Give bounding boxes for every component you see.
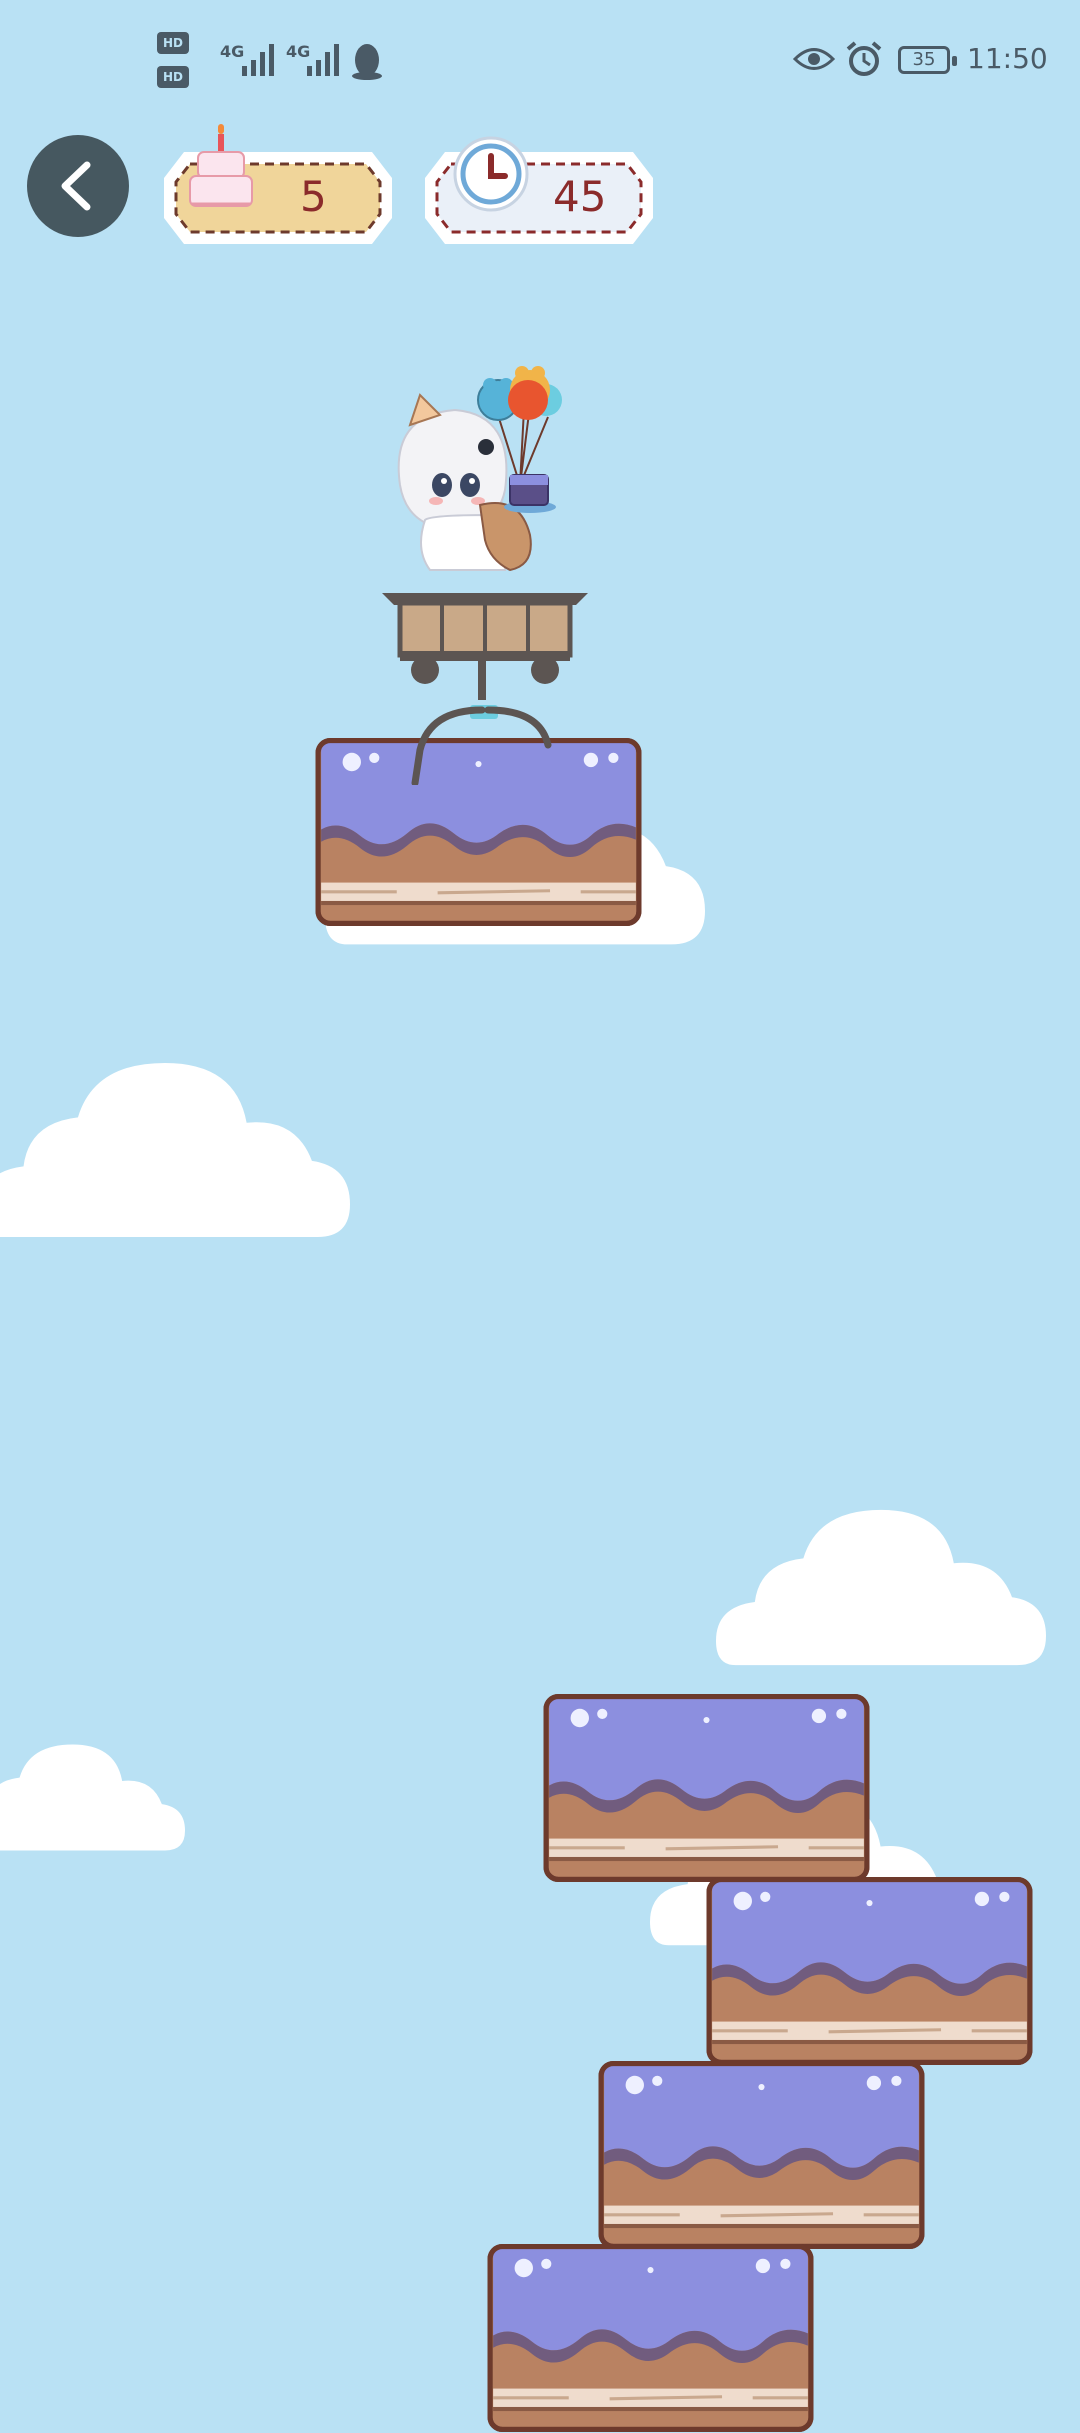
alarm-icon bbox=[846, 41, 882, 76]
signal-icon bbox=[242, 44, 274, 76]
back-button[interactable] bbox=[27, 135, 129, 237]
cake-platform bbox=[598, 2060, 925, 2250]
cake-platform bbox=[706, 1876, 1033, 2066]
cake-counter: 5 bbox=[162, 124, 394, 246]
sim1-badge: HD 1 bbox=[157, 32, 189, 72]
cake-platform bbox=[487, 2243, 814, 2433]
player-character[interactable] bbox=[370, 355, 600, 785]
cloud bbox=[0, 1062, 350, 1238]
clock-icon bbox=[453, 136, 529, 212]
chevron-left-icon bbox=[61, 161, 91, 211]
qq-penguin-icon bbox=[352, 44, 382, 80]
birthday-cake-icon bbox=[189, 124, 253, 207]
cloud bbox=[0, 1744, 185, 1851]
cloud bbox=[716, 1509, 1046, 1666]
cake-count: 5 bbox=[300, 172, 327, 221]
time-remaining: 45 bbox=[553, 172, 607, 221]
timer-counter: 45 bbox=[423, 136, 655, 246]
cake-platform bbox=[543, 1693, 870, 1883]
sim2-badge: HD 2 bbox=[157, 66, 189, 106]
sim2-label: HD 2 bbox=[162, 70, 183, 106]
signal-icon bbox=[307, 44, 339, 76]
eye-icon bbox=[793, 48, 835, 70]
status-bar: HD 1 HD 2 4G 4G 35 11:50 bbox=[0, 0, 1080, 120]
battery-icon: 35 bbox=[898, 46, 957, 74]
clock-time: 11:50 bbox=[967, 42, 1048, 75]
battery-level: 35 bbox=[912, 49, 936, 70]
